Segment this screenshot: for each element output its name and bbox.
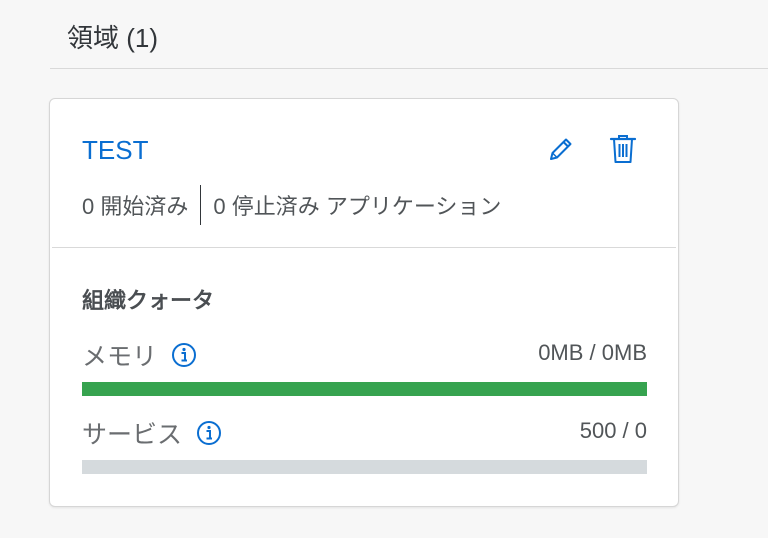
space-card: TEST 0 開始済み 0 停止済み アプリケーション 組織クォータ メモリ 0… [49, 98, 679, 507]
card-divider [52, 247, 676, 248]
memory-progress-bar [82, 382, 647, 396]
service-label: サービス [82, 421, 183, 449]
started-apps-count: 0 開始済み [82, 194, 189, 219]
status-divider [200, 185, 202, 225]
stopped-apps-count: 0 停止済み アプリケーション [213, 194, 502, 219]
memory-quota-row: メモリ 0MB / 0MB [82, 337, 647, 371]
memory-progress-fill [82, 382, 647, 396]
edit-button[interactable] [544, 131, 578, 167]
memory-value: 0MB / 0MB [538, 340, 647, 365]
section-header: 領域 (1) [50, 0, 768, 69]
info-icon[interactable] [196, 420, 222, 446]
org-quota-heading: 組織クォータ [82, 288, 215, 313]
section-title: 領域 (1) [67, 23, 159, 53]
pencil-icon [550, 138, 572, 160]
app-status: 0 開始済み 0 停止済み アプリケーション [82, 185, 501, 225]
memory-label-group: メモリ [82, 337, 197, 373]
service-quota-row: サービス 500 / 0 [82, 415, 647, 449]
service-label-group: サービス [82, 415, 222, 451]
space-name-link[interactable]: TEST [82, 135, 148, 166]
delete-button[interactable] [606, 131, 640, 167]
memory-label: メモリ [82, 343, 158, 371]
service-progress-bar [82, 460, 647, 474]
service-value: 500 / 0 [579, 418, 647, 443]
info-icon[interactable] [171, 342, 197, 368]
trash-icon [609, 135, 637, 163]
